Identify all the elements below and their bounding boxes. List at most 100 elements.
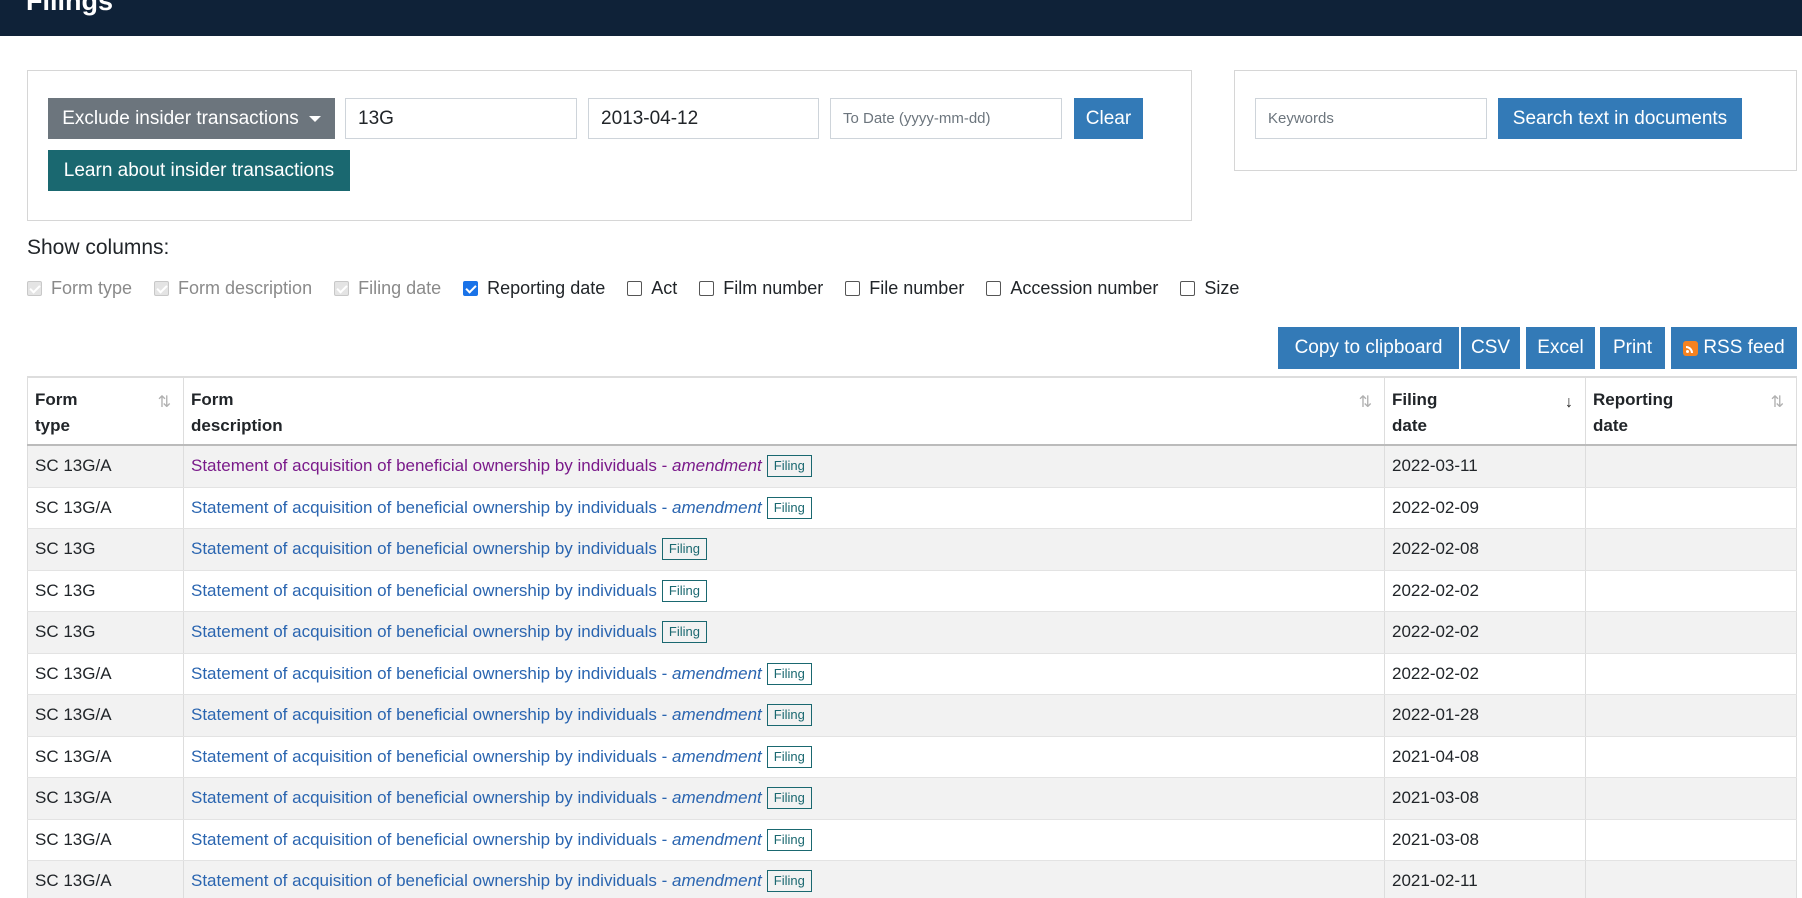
to-date-input[interactable] <box>830 98 1062 139</box>
column-toggles: Form type Form description Filing date Repo… <box>27 276 1261 300</box>
header-reporting-date[interactable]: Reporting date ⇅ <box>1586 378 1797 444</box>
table-row: SC 13G Statement of acquisition of benefi… <box>27 529 1797 571</box>
column-toggle[interactable]: Film number <box>699 278 823 299</box>
filing-badge[interactable]: Filing <box>766 455 812 478</box>
column-toggle-label: Size <box>1204 277 1240 298</box>
copy-to-clipboard-button[interactable]: Copy to clipboard <box>1278 327 1459 369</box>
header-form-description[interactable]: Form description ⇅ <box>184 378 1385 444</box>
header-form-type-line2: type <box>35 416 70 435</box>
form-type-input[interactable] <box>345 98 577 139</box>
table-header: Form type ⇅ Form description ⇅ Filing da… <box>27 378 1797 446</box>
form-type-cell: SC 13G <box>27 570 184 611</box>
column-toggle[interactable]: Act <box>627 278 677 299</box>
rss-feed-button[interactable]: RSS feed <box>1671 327 1797 369</box>
form-type-cell: SC 13G/A <box>27 487 184 528</box>
filing-badge[interactable]: Filing <box>766 745 812 768</box>
checkbox <box>27 280 42 296</box>
insider-dropdown-label: Exclude insider transactions <box>62 107 299 129</box>
form-description-cell: Statement of acquisition of beneficial o… <box>184 653 1385 694</box>
from-date-input[interactable] <box>588 98 819 139</box>
checkmark-icon <box>156 281 168 294</box>
form-description-link[interactable]: Statement of acquisition of beneficial o… <box>191 871 762 891</box>
form-type-cell: SC 13G <box>27 529 184 570</box>
column-toggle[interactable]: Accession number <box>986 278 1158 299</box>
form-description-link[interactable]: Statement of acquisition of beneficial o… <box>191 456 762 476</box>
form-description-cell: Statement of acquisition of beneficial o… <box>184 861 1385 898</box>
filing-badge[interactable]: Filing <box>661 538 707 561</box>
column-toggle[interactable]: Size <box>1180 278 1239 299</box>
insider-transactions-dropdown[interactable]: Exclude insider transactions <box>48 98 335 139</box>
checkbox[interactable] <box>627 280 643 296</box>
checkbox[interactable] <box>1180 280 1196 296</box>
column-toggle: Filing date <box>334 278 441 299</box>
checkbox <box>334 280 350 296</box>
header-filing-date-line2: date <box>1392 416 1427 435</box>
header-reporting-date-line1: Reporting <box>1593 390 1674 409</box>
header-filing-date[interactable]: Filing date ↓ <box>1385 378 1586 444</box>
reporting-date-cell <box>1586 695 1797 736</box>
form-description-link[interactable]: Statement of acquisition of beneficial o… <box>191 539 657 559</box>
rss-feed-label: RSS feed <box>1703 337 1785 358</box>
form-description-cell: Statement of acquisition of beneficial o… <box>184 612 1385 653</box>
filing-date-cell: 2021-02-11 <box>1385 861 1586 898</box>
description-text: Statement of acquisition of beneficial o… <box>191 829 657 849</box>
filing-badge[interactable]: Filing <box>766 704 812 727</box>
checkbox[interactable] <box>986 280 1002 296</box>
form-type-cell: SC 13G/A <box>27 819 184 860</box>
column-toggle[interactable]: Reporting date <box>463 278 605 299</box>
checkbox[interactable] <box>699 280 715 296</box>
filing-badge[interactable]: Filing <box>661 621 707 644</box>
reporting-date-cell <box>1586 653 1797 694</box>
form-description-link[interactable]: Statement of acquisition of beneficial o… <box>191 498 762 518</box>
column-toggle[interactable]: File number <box>845 278 964 299</box>
filing-badge[interactable]: Filing <box>766 496 812 519</box>
form-description-link[interactable]: Statement of acquisition of beneficial o… <box>191 664 762 684</box>
sort-icon: ⇅ <box>1770 394 1784 411</box>
amendment-text: amendment <box>672 746 762 766</box>
filing-date-cell: 2022-01-28 <box>1385 695 1586 736</box>
csv-button[interactable]: CSV <box>1461 327 1520 369</box>
form-description-cell: Statement of acquisition of beneficial o… <box>184 446 1385 487</box>
filing-badge[interactable]: Filing <box>766 787 812 810</box>
form-description-cell: Statement of acquisition of beneficial o… <box>184 778 1385 819</box>
filter-panel: Exclude insider transactions Clear Learn… <box>27 70 1192 221</box>
checkbox[interactable] <box>463 280 479 296</box>
form-description-link[interactable]: Statement of acquisition of beneficial o… <box>191 705 762 725</box>
filing-badge[interactable]: Filing <box>766 870 812 893</box>
form-description-cell: Statement of acquisition of beneficial o… <box>184 570 1385 611</box>
learn-insider-transactions-button[interactable]: Learn about insider transactions <box>48 150 350 191</box>
checkbox <box>154 280 170 296</box>
rss-icon <box>1683 340 1699 356</box>
header-form-type[interactable]: Form type ⇅ <box>27 378 184 444</box>
form-type-cell: SC 13G/A <box>27 695 184 736</box>
header-form-type-line1: Form <box>35 390 78 409</box>
reporting-date-cell <box>1586 736 1797 777</box>
excel-button[interactable]: Excel <box>1526 327 1595 369</box>
form-description-link[interactable]: Statement of acquisition of beneficial o… <box>191 747 762 767</box>
form-description-link[interactable]: Statement of acquisition of beneficial o… <box>191 788 762 808</box>
filing-badge[interactable]: Filing <box>661 579 707 602</box>
checkbox[interactable] <box>845 280 861 296</box>
column-toggle-label: Act <box>651 277 678 298</box>
amendment-text: amendment <box>672 456 762 476</box>
filing-badge[interactable]: Filing <box>766 828 812 851</box>
form-description-link[interactable]: Statement of acquisition of beneficial o… <box>191 581 657 601</box>
amendment-text: amendment <box>672 705 762 725</box>
search-text-button[interactable]: Search text in documents <box>1498 98 1742 139</box>
keywords-input[interactable] <box>1255 98 1487 139</box>
form-type-cell: SC 13G/A <box>27 861 184 898</box>
form-description-cell: Statement of acquisition of beneficial o… <box>184 695 1385 736</box>
amendment-text: amendment <box>672 871 762 891</box>
table-row: SC 13G/A Statement of acquisition of bene… <box>27 487 1797 529</box>
filing-date-cell: 2022-02-02 <box>1385 612 1586 653</box>
header-form-description-line1: Form <box>191 390 234 409</box>
clear-button[interactable]: Clear <box>1074 98 1143 139</box>
filing-badge[interactable]: Filing <box>766 662 812 685</box>
column-toggle-label: Form type <box>51 277 133 298</box>
form-description-link[interactable]: Statement of acquisition of beneficial o… <box>191 622 657 642</box>
print-button[interactable]: Print <box>1600 327 1665 369</box>
form-description-link[interactable]: Statement of acquisition of beneficial o… <box>191 830 762 850</box>
form-type-cell: SC 13G <box>27 612 184 653</box>
form-description-cell: Statement of acquisition of beneficial o… <box>184 736 1385 777</box>
header-form-description-line2: description <box>191 416 283 435</box>
